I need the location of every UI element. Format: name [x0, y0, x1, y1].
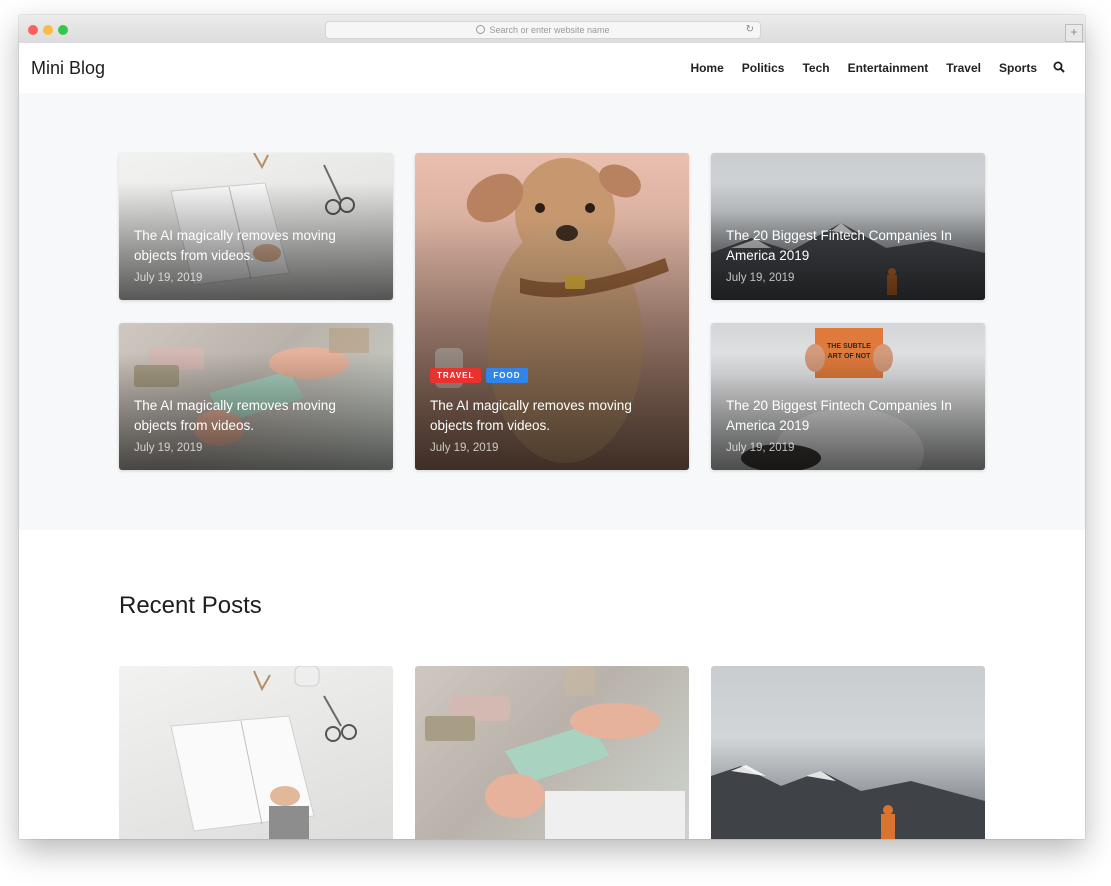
- search-icon: [476, 25, 486, 34]
- hands-box-image: [425, 666, 685, 839]
- notebook-desk-image: [170, 666, 357, 839]
- tag-travel[interactable]: TRAVEL: [430, 368, 482, 383]
- close-window-button[interactable]: [28, 25, 38, 35]
- nav-home[interactable]: Home: [690, 61, 723, 75]
- search-icon[interactable]: [1053, 61, 1065, 73]
- featured-card[interactable]: The AI magically removes moving objects …: [119, 153, 393, 300]
- nav-tech[interactable]: Tech: [802, 61, 829, 75]
- card-title[interactable]: The 20 Biggest Fintech Companies In Amer…: [726, 396, 955, 436]
- minimize-window-button[interactable]: [43, 25, 53, 35]
- site-logo[interactable]: Mini Blog: [31, 58, 105, 79]
- recent-post-card[interactable]: [711, 666, 985, 839]
- featured-card[interactable]: The 20 Biggest Fintech Companies In Amer…: [711, 153, 985, 300]
- main-nav: Home Politics Tech Entertainment Travel …: [690, 61, 1037, 75]
- recent-posts-heading: Recent Posts: [119, 592, 262, 619]
- nav-sports[interactable]: Sports: [999, 61, 1037, 75]
- card-tags: TRAVEL FOOD: [430, 368, 528, 383]
- address-bar[interactable]: Search or enter website name ↻: [325, 21, 761, 39]
- site-header: Mini Blog Home Politics Tech Entertainme…: [19, 43, 1085, 93]
- featured-card[interactable]: THE SUBTLE ART OF NOT The 20 Biggest Fin…: [711, 323, 985, 470]
- svg-text:THE SUBTLE: THE SUBTLE: [827, 343, 871, 350]
- nav-travel[interactable]: Travel: [946, 61, 981, 75]
- featured-card[interactable]: The AI magically removes moving objects …: [119, 323, 393, 470]
- card-date: July 19, 2019: [134, 272, 203, 284]
- title-bar: Search or enter website name ↻ +: [19, 15, 1085, 44]
- card-title[interactable]: The AI magically removes moving objects …: [430, 396, 659, 436]
- browser-window: Search or enter website name ↻ + Mini Bl…: [19, 15, 1085, 839]
- card-title[interactable]: The AI magically removes moving objects …: [134, 226, 363, 266]
- featured-card-large[interactable]: TRAVEL FOOD The AI magically removes mov…: [415, 153, 689, 470]
- card-title[interactable]: The 20 Biggest Fintech Companies In Amer…: [726, 226, 955, 266]
- recent-post-card[interactable]: [119, 666, 393, 839]
- tag-food[interactable]: FOOD: [486, 368, 528, 383]
- nav-entertainment[interactable]: Entertainment: [848, 61, 929, 75]
- card-title[interactable]: The AI magically removes moving objects …: [134, 396, 363, 436]
- reload-icon[interactable]: ↻: [746, 22, 754, 38]
- card-date: July 19, 2019: [726, 442, 795, 454]
- featured-section: The AI magically removes moving objects …: [19, 93, 1085, 530]
- maximize-window-button[interactable]: [58, 25, 68, 35]
- recent-post-card[interactable]: [415, 666, 689, 839]
- nav-politics[interactable]: Politics: [742, 61, 785, 75]
- card-date: July 19, 2019: [430, 442, 499, 454]
- address-placeholder: Search or enter website name: [489, 25, 610, 35]
- card-date: July 19, 2019: [726, 272, 795, 284]
- misty-mountain-image: [711, 765, 985, 839]
- card-date: July 19, 2019: [134, 442, 203, 454]
- new-tab-button[interactable]: +: [1065, 24, 1083, 42]
